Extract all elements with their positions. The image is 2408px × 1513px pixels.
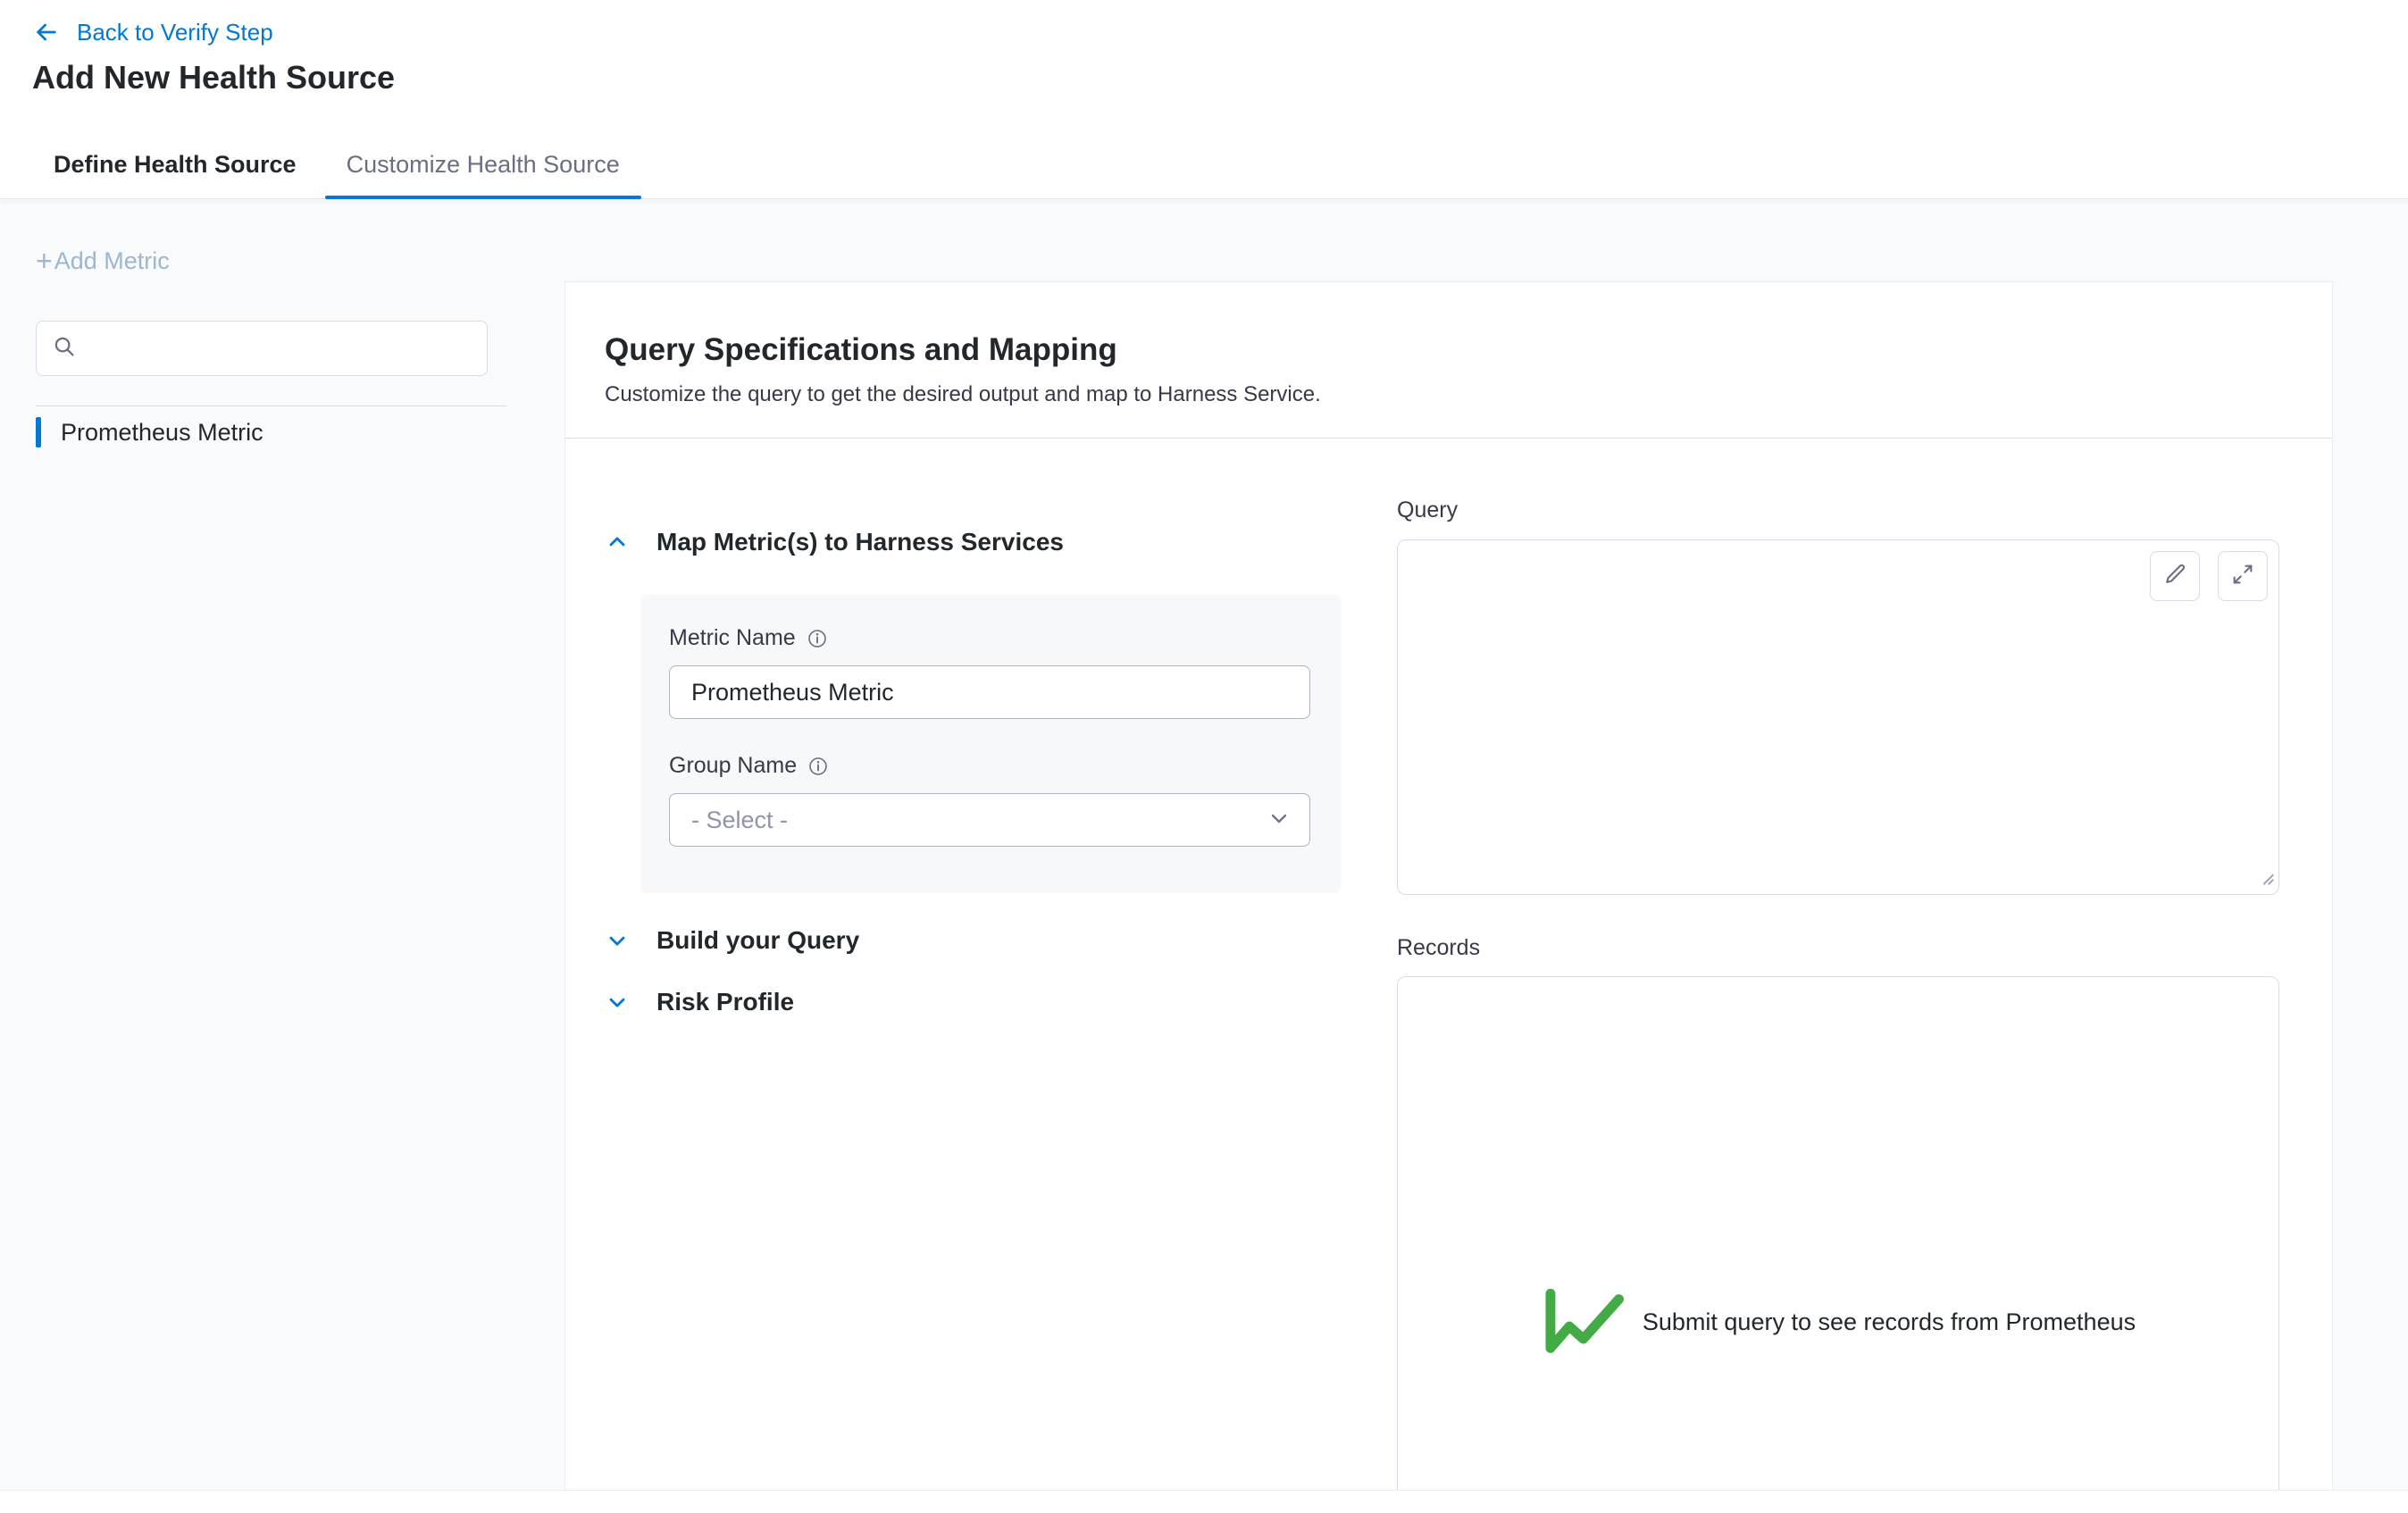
card-title: Query Specifications and Mapping (605, 332, 2293, 368)
section-map-metrics-title: Map Metric(s) to Harness Services (656, 528, 1064, 556)
edit-query-button[interactable] (2150, 551, 2200, 601)
page-title: Add New Health Source (32, 59, 395, 96)
records-empty-state: Submit query to see records from Prometh… (1398, 977, 2278, 1364)
tab-bar: Define Health Source Customize Health So… (32, 151, 641, 198)
query-editor[interactable] (1397, 539, 2279, 895)
footer-strip (0, 1490, 2408, 1513)
search-input[interactable] (88, 335, 472, 363)
plus-icon: + (36, 247, 53, 275)
section-map-metrics[interactable]: Map Metric(s) to Harness Services (605, 524, 1064, 560)
resize-handle[interactable] (2256, 867, 2276, 891)
info-icon[interactable] (807, 756, 829, 777)
chevron-down-icon (605, 990, 630, 1015)
chevron-up-icon (605, 530, 630, 555)
card-subtitle: Customize the query to get the desired o… (605, 382, 2293, 407)
group-name-select[interactable]: - Select - (669, 793, 1310, 847)
map-metric-panel: Metric Name Group Name (640, 595, 1341, 893)
chevron-down-icon (605, 928, 630, 953)
back-link-label: Back to Verify Step (77, 19, 273, 46)
line-chart-icon (1541, 1281, 1630, 1364)
metric-name-label: Metric Name (669, 625, 796, 651)
page-header: Back to Verify Step Add New Health Sourc… (0, 0, 2408, 199)
expand-icon (2230, 562, 2255, 591)
chevron-down-icon (1267, 806, 1292, 835)
section-risk-profile-title: Risk Profile (656, 988, 794, 1016)
metrics-sidebar: + Add Metric Prometheus Metric (0, 200, 564, 1490)
tab-define-health-source[interactable]: Define Health Source (32, 151, 318, 198)
metric-item-label: Prometheus Metric (61, 419, 263, 447)
selected-indicator (36, 417, 41, 447)
arrow-left-icon (32, 18, 61, 46)
records-label: Records (1397, 935, 1480, 961)
query-label: Query (1397, 497, 1458, 523)
page-body: + Add Metric Prometheus Metric Query Spe (0, 200, 2408, 1490)
metric-name-input[interactable] (669, 665, 1310, 719)
query-actions (2150, 551, 2268, 601)
search-icon (51, 333, 78, 364)
metric-list-item-prometheus[interactable]: Prometheus Metric (36, 413, 263, 452)
card-header: Query Specifications and Mapping Customi… (565, 282, 2332, 439)
section-build-query-title: Build your Query (656, 926, 859, 955)
page: Back to Verify Step Add New Health Sourc… (0, 0, 2408, 1513)
group-name-label-row: Group Name (669, 753, 1312, 779)
card-body: Map Metric(s) to Harness Services Metric… (565, 439, 2332, 1490)
add-metric-label: Add Metric (54, 247, 170, 275)
query-spec-card: Query Specifications and Mapping Customi… (564, 281, 2333, 1490)
add-metric-button[interactable]: + Add Metric (36, 247, 170, 275)
group-name-label: Group Name (669, 753, 797, 779)
records-empty-message: Submit query to see records from Prometh… (1643, 1308, 2136, 1336)
metric-search (36, 321, 488, 376)
info-icon[interactable] (807, 628, 828, 649)
sidebar-divider (36, 405, 506, 406)
tab-customize-health-source[interactable]: Customize Health Source (325, 151, 641, 198)
expand-query-button[interactable] (2218, 551, 2268, 601)
section-risk-profile[interactable]: Risk Profile (605, 984, 794, 1020)
group-name-select-value: - Select - (691, 807, 788, 834)
section-build-query[interactable]: Build your Query (605, 923, 859, 958)
back-link[interactable]: Back to Verify Step (32, 13, 273, 52)
metric-name-label-row: Metric Name (669, 625, 1312, 651)
pencil-icon (2162, 562, 2187, 591)
records-panel: Submit query to see records from Prometh… (1397, 976, 2279, 1490)
